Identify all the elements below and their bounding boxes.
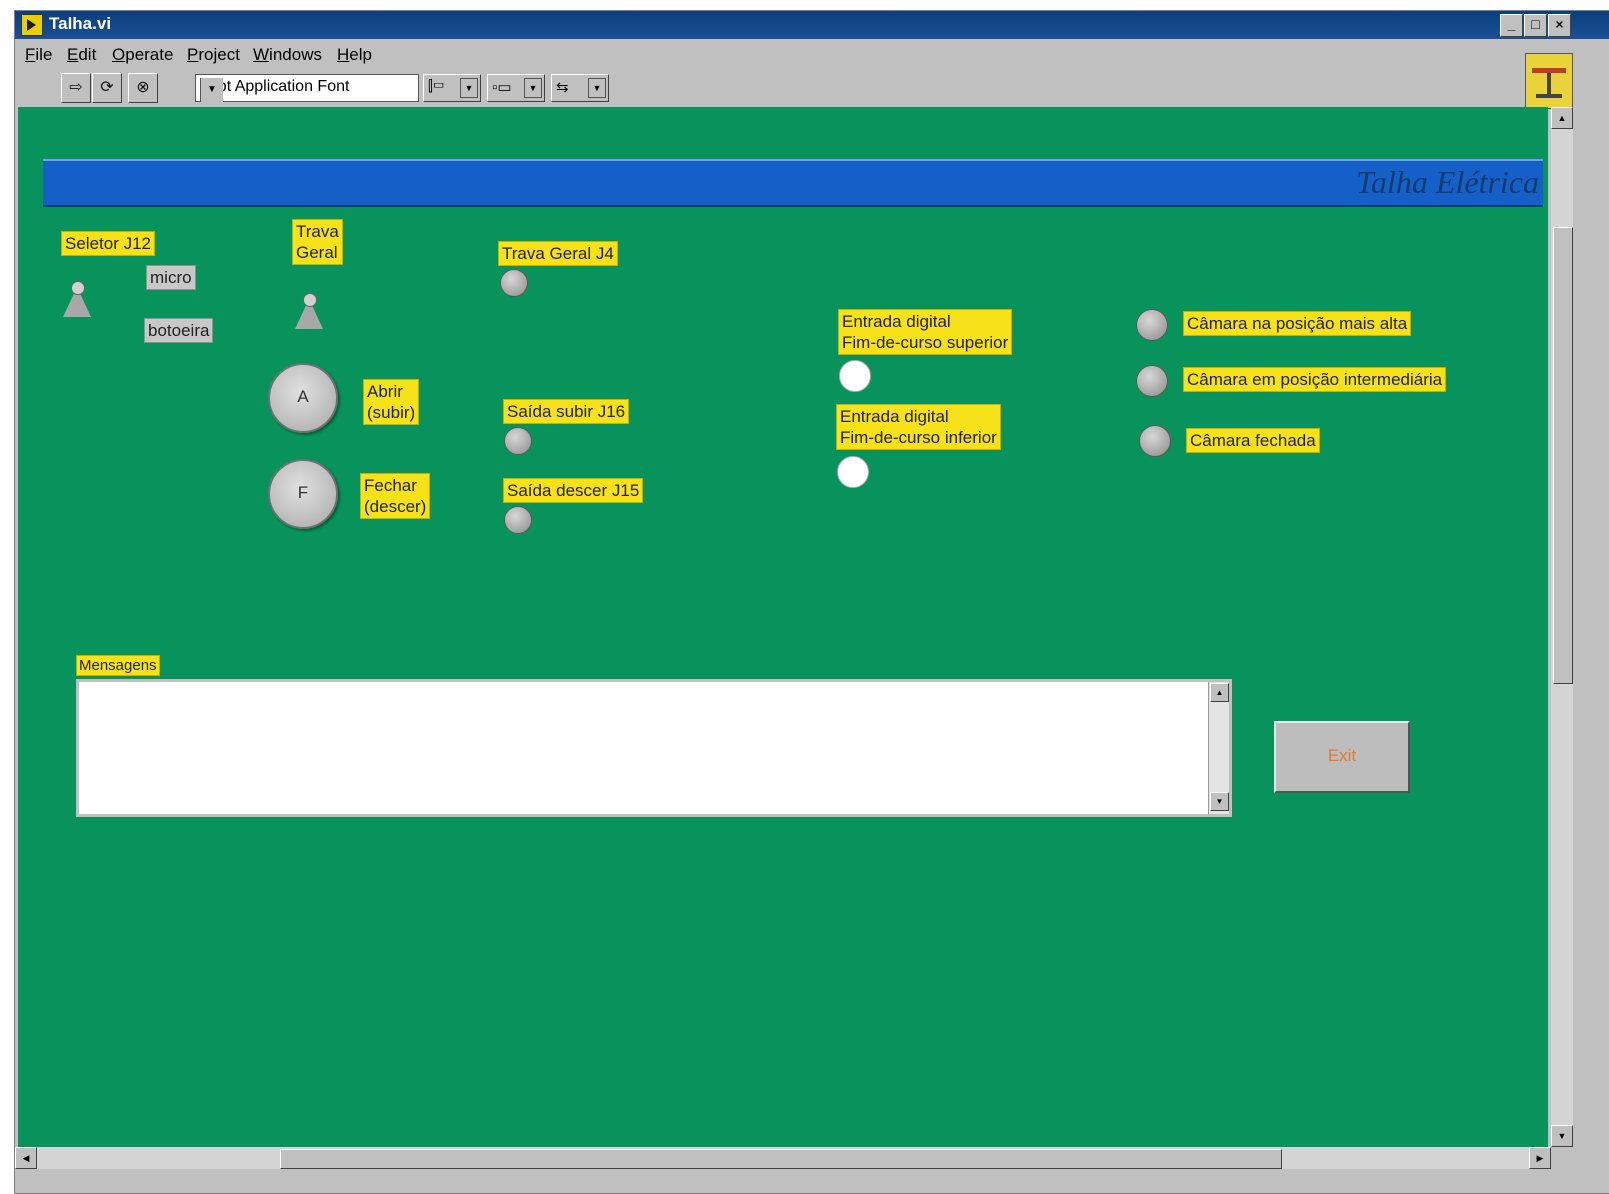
horizontal-scrollbar[interactable]: ◀ ▶ <box>15 1147 1551 1169</box>
mensagens-scrollbar[interactable]: ▲ ▼ <box>1208 682 1229 814</box>
mensagens-label: Mensagens <box>76 655 160 676</box>
scroll-up-icon[interactable]: ▲ <box>1210 683 1229 702</box>
selector-label: Seletor J12 <box>61 231 155 256</box>
horizontal-scroll-thumb[interactable] <box>280 1149 1282 1169</box>
trava-geral-led <box>500 269 528 297</box>
camara-intermediaria-label: Câmara em posição intermediária <box>1183 367 1447 392</box>
fechar-button[interactable]: F <box>268 459 338 529</box>
distribute-objects-button[interactable]: ▫▭ ▼ <box>487 74 545 102</box>
entrada-inferior-label: Entrada digital Fim-de-curso inferior <box>836 404 1001 450</box>
mensagens-textbox[interactable]: ▲ ▼ <box>76 679 1232 817</box>
camara-fechada-label: Câmara fechada <box>1186 428 1320 453</box>
abrir-label: Abrir (subir) <box>363 379 420 425</box>
camara-fechada-led <box>1139 425 1171 457</box>
hoist-base-icon <box>1536 94 1562 98</box>
chevron-down-icon: ▼ <box>588 78 606 98</box>
selector-option-micro[interactable]: micro <box>146 265 196 290</box>
saida-subir-led <box>504 427 532 455</box>
scroll-left-icon[interactable]: ◀ <box>15 1147 37 1169</box>
vi-run-icon <box>21 14 43 36</box>
run-continuous-icon[interactable]: ⟳ <box>92 73 122 103</box>
camara-alta-label: Câmara na posição mais alta <box>1183 311 1412 336</box>
align-objects-button[interactable]: ⫿▭ ▼ <box>423 74 481 102</box>
menu-edit[interactable]: Edit <box>67 45 96 65</box>
fechar-label: Fechar (descer) <box>360 473 431 519</box>
scroll-down-icon[interactable]: ▼ <box>1210 792 1229 811</box>
lever-knob-icon <box>303 293 317 307</box>
menu-file[interactable]: File <box>25 45 52 65</box>
abort-icon[interactable]: ⊗ <box>128 73 158 103</box>
camara-alta-led <box>1136 309 1168 341</box>
maximize-button[interactable]: □ <box>1524 14 1547 37</box>
menu-operate[interactable]: Operate <box>112 45 173 65</box>
distribute-icon: ▫▭ <box>492 79 512 96</box>
banner-title: Talha Elétrica <box>1356 164 1539 200</box>
trava-geral-switch-label: Trava Geral <box>292 219 343 265</box>
saida-descer-led <box>504 506 532 534</box>
abrir-button[interactable]: A <box>268 363 338 433</box>
camara-intermediaria-led <box>1136 365 1168 397</box>
saida-descer-label: Saída descer J15 <box>503 478 644 503</box>
chevron-down-icon: ▼ <box>200 78 223 102</box>
entrada-inferior-led <box>837 456 869 488</box>
chevron-down-icon: ▼ <box>460 78 478 98</box>
menu-help[interactable]: Help <box>337 45 372 65</box>
toolbar: ⇨ ⟳ ⊗ 13pt Application Font ▼ ⫿▭ ▼ ▫▭ ▼ … <box>15 71 1515 107</box>
labview-window: Talha.vi _ □ × File Edit Operate Project… <box>14 10 1609 1194</box>
chevron-down-icon: ▼ <box>524 78 542 98</box>
hoist-stem-icon <box>1547 73 1551 95</box>
title-bar[interactable]: Talha.vi _ □ × <box>15 11 1609 39</box>
vi-connector-icon[interactable] <box>1525 53 1573 109</box>
entrada-superior-label: Entrada digital Fim-de-curso superior <box>838 309 1013 355</box>
minimize-button[interactable]: _ <box>1500 14 1523 37</box>
run-icon[interactable]: ⇨ <box>61 73 91 103</box>
font-select[interactable]: 13pt Application Font ▼ <box>195 74 419 102</box>
reorder-button[interactable]: ⇆ ▼ <box>551 74 609 102</box>
selector-option-botoeira[interactable]: botoeira <box>144 318 214 343</box>
exit-button[interactable]: Exit <box>1274 721 1410 793</box>
menu-project[interactable]: Project <box>187 45 240 65</box>
banner: Talha Elétrica <box>43 159 1543 207</box>
close-button[interactable]: × <box>1548 14 1571 37</box>
saida-subir-label: Saída subir J16 <box>503 399 630 424</box>
window-title: Talha.vi <box>49 14 112 33</box>
front-panel: Talha Elétrica Seletor J12 micro botoeir… <box>18 107 1548 1147</box>
lever-knob-icon <box>71 281 85 295</box>
reorder-icon: ⇆ <box>556 79 569 96</box>
scroll-up-icon[interactable]: ▲ <box>1551 107 1573 129</box>
trava-geral-led-label: Trava Geral J4 <box>498 241 618 266</box>
menu-windows[interactable]: Windows <box>253 45 322 65</box>
vertical-scrollbar[interactable]: ▲ ▼ <box>1551 107 1573 1147</box>
align-icon: ⫿▭ <box>428 78 445 95</box>
menu-bar: File Edit Operate Project Windows Help <box>15 41 1515 69</box>
vertical-scroll-thumb[interactable] <box>1553 227 1573 684</box>
entrada-superior-led <box>839 360 871 392</box>
scroll-down-icon[interactable]: ▼ <box>1551 1125 1573 1147</box>
scroll-right-icon[interactable]: ▶ <box>1529 1147 1551 1169</box>
